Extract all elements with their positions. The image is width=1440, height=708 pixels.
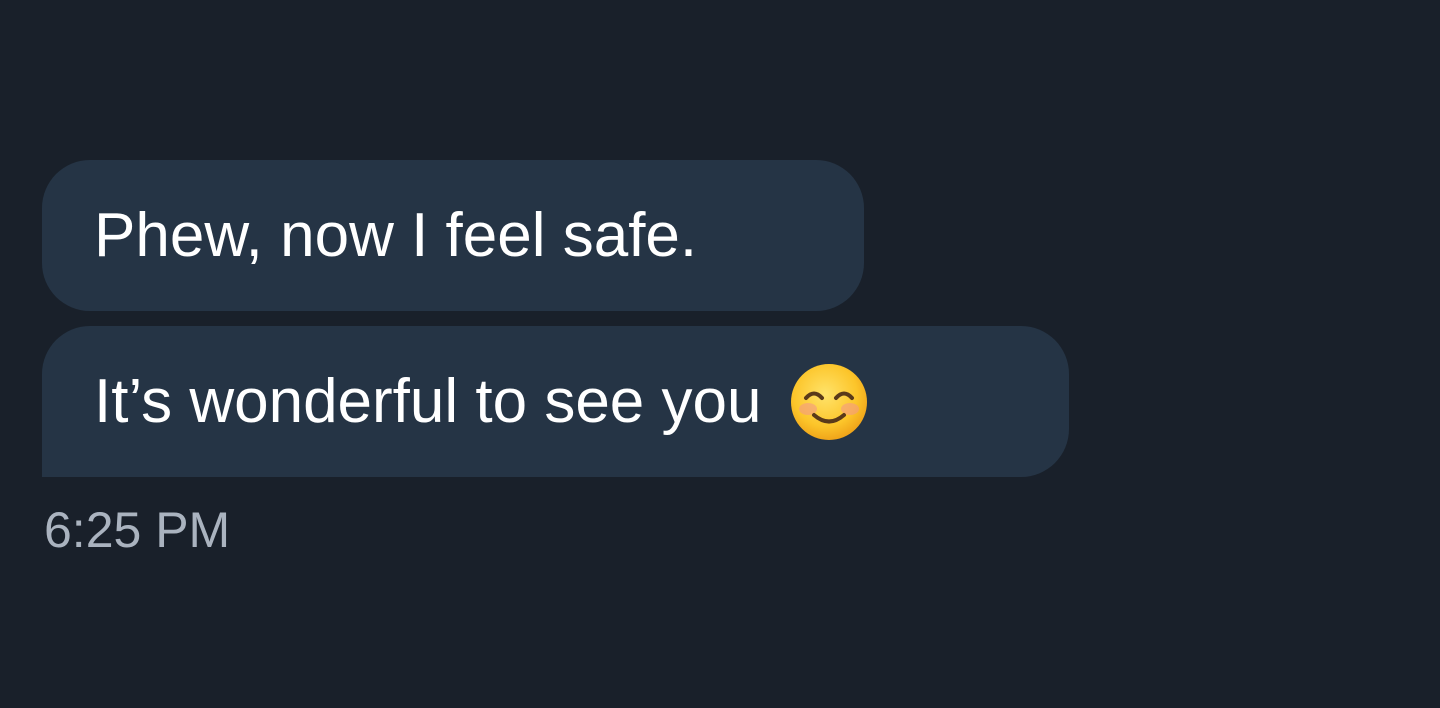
message-bubble[interactable]: It’s wonderful to see you: [42, 326, 1069, 477]
message-text: Phew, now I feel safe.: [94, 200, 698, 270]
smiling-face-with-smiling-eyes-icon: [789, 362, 869, 442]
message-bubble[interactable]: Phew, now I feel safe.: [42, 160, 864, 311]
chat-thread: Phew, now I feel safe. It’s wonderful to…: [0, 0, 1440, 708]
message-timestamp: 6:25 PM: [44, 502, 231, 558]
message-text: It’s wonderful to see you: [94, 366, 762, 436]
